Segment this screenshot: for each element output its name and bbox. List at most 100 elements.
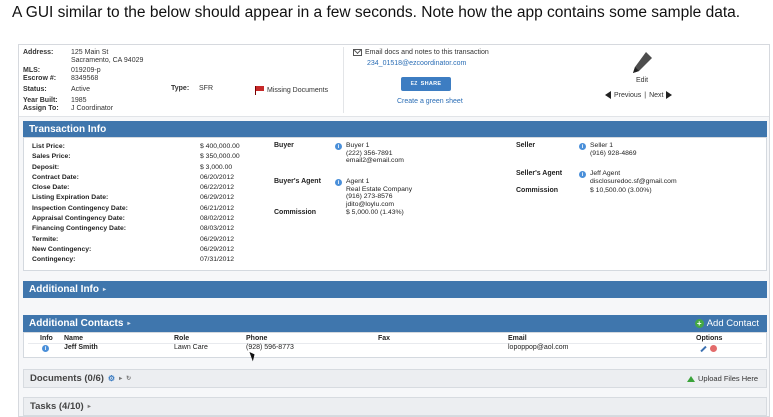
missing-documents-link[interactable]: Missing Documents [255, 86, 328, 95]
transaction-info-title: Transaction Info [29, 123, 107, 135]
transaction-field-label: Contract Date: [32, 173, 79, 181]
transaction-field-value: 06/29/2012 [200, 235, 235, 243]
chevron-right-icon: ▸ [127, 321, 131, 327]
plus-icon: + [694, 319, 704, 328]
transaction-field-label: List Price: [32, 143, 65, 150]
transaction-field-label: Deposit: [32, 163, 60, 171]
envelope-icon [353, 49, 362, 56]
transaction-field-values: $ 400,000.00 $ 350,000.00 $ 3,000.00 06/20/… [200, 142, 240, 266]
col-email: Email [508, 335, 527, 342]
buyers-agent-details: Agent 1 Real Estate Company (916) 273-85… [346, 178, 412, 208]
year-label: Year Built: [23, 97, 58, 104]
sellers-agent-name: Jeff Agent [590, 170, 621, 177]
transaction-field-value: $ 350,000.00 [200, 153, 240, 161]
refresh-icon[interactable]: ↻ [126, 375, 131, 382]
buyer-phone: (222) 356-7891 [346, 149, 393, 157]
edit-button[interactable]: Edit [631, 77, 653, 84]
previous-arrow-icon[interactable] [605, 91, 611, 99]
assign-value: J Coordinator [71, 105, 114, 112]
documents-header[interactable]: Documents (0/6) ⚙ ▸ ↻ Upload Files Here [23, 369, 767, 388]
buyers-agent-phone: (916) 273-8576 [346, 193, 393, 201]
pager-separator: | [644, 91, 647, 99]
additional-contacts-header[interactable]: Additional Contacts ▸ + Add Contact [23, 315, 767, 332]
buyers-agent-company: Real Estate Company [346, 185, 413, 193]
delete-icon[interactable] [710, 345, 717, 352]
transaction-field-label: Termite: [32, 235, 59, 243]
pencil-icon[interactable] [631, 51, 653, 77]
chevron-right-icon: ▸ [87, 404, 91, 410]
address-label: Address: [23, 49, 54, 56]
share-ez-label: EZ [410, 81, 418, 87]
seller-label: Seller [516, 142, 536, 149]
transaction-field-label: Listing Expiration Date: [32, 194, 109, 202]
email-docs-row: Email docs and notes to this transaction [353, 49, 489, 56]
green-sheet-link[interactable]: Create a green sheet [397, 98, 463, 105]
next-arrow-icon[interactable] [666, 91, 673, 99]
gear-icon[interactable]: ⚙ [108, 374, 115, 383]
buyer-label: Buyer [274, 142, 294, 149]
transaction-field-value: 07/31/2012 [200, 256, 235, 264]
add-contact-button[interactable]: + Add Contact [694, 318, 759, 329]
info-icon[interactable]: i [579, 143, 586, 150]
transaction-field-label: Financing Contingency Date: [32, 225, 127, 233]
additional-info-header[interactable]: Additional Info ▸ [23, 281, 767, 298]
buyer-commission-label: Commission [274, 209, 317, 216]
transaction-field-value: 08/03/2012 [200, 225, 235, 233]
col-options: Options [696, 335, 723, 342]
ez-share-button[interactable]: EZ SHARE [401, 77, 451, 91]
col-name: Name [64, 335, 84, 342]
col-fax: Fax [378, 335, 391, 342]
info-icon[interactable]: i [335, 179, 342, 186]
upload-icon [686, 375, 695, 382]
address-line2: Sacramento, CA 94029 [71, 57, 144, 64]
buyer-name: Buyer 1 [346, 142, 370, 149]
transaction-field-labels: List Price: Sales Price: Deposit: Contract … [32, 142, 128, 266]
seller-commission-label: Commission [516, 187, 559, 194]
seller-details: Seller 1 (916) 928-4869 [590, 142, 636, 157]
transaction-info-header[interactable]: Transaction Info [23, 121, 767, 137]
transaction-field-value: 06/22/2012 [200, 184, 235, 192]
year-value: 1985 [71, 97, 87, 104]
record-pager: Previous | Next [605, 91, 673, 99]
additional-contacts-title: Additional Contacts [29, 318, 124, 329]
info-icon[interactable]: i [335, 143, 342, 150]
transaction-email-link[interactable]: 234_01518@ezcoordinator.com [367, 60, 466, 67]
page-caption: A GUI similar to the below should appear… [12, 4, 741, 21]
sellers-agent-details: Jeff Agent disclosuredoc.sf@gmail.com [590, 170, 677, 185]
transaction-field-value: $ 3,000.00 [200, 163, 233, 171]
type-value: SFR [199, 85, 213, 92]
transaction-field-label: Appraisal Contingency Date: [32, 215, 125, 223]
seller-commission-value: $ 10,500.00 (3.00%) [590, 187, 652, 194]
info-icon[interactable]: i [579, 171, 586, 178]
previous-link[interactable]: Previous [614, 92, 641, 99]
info-icon[interactable]: i [42, 345, 49, 352]
additional-info-title: Additional Info [29, 284, 99, 295]
upload-files-button[interactable]: Upload Files Here [686, 374, 758, 383]
flag-icon [255, 86, 265, 95]
status-value: Active [71, 86, 91, 93]
buyers-agent-label: Buyer's Agent [274, 178, 321, 185]
assign-label: Assign To: [23, 105, 59, 112]
tasks-header[interactable]: Tasks (4/10) ▸ [23, 397, 767, 416]
buyer-commission-value: $ 5,000.00 (1.43%) [346, 209, 404, 216]
header-divider [343, 47, 344, 113]
table-divider [28, 343, 762, 344]
seller-phone: (916) 928-4869 [590, 149, 637, 157]
chevron-right-icon: ▸ [119, 376, 123, 382]
transaction-field-value: 06/29/2012 [200, 245, 235, 253]
col-phone: Phone [246, 335, 268, 342]
transaction-field-label: Sales Price: [32, 153, 71, 161]
add-contact-label: Add Contact [706, 318, 759, 329]
transaction-field-value: 08/02/2012 [200, 215, 235, 223]
transaction-field-label: Inspection Contingency Date: [32, 204, 128, 212]
transaction-field-value: 06/21/2012 [200, 204, 235, 212]
escrow-value: 8349568 [71, 75, 99, 82]
transaction-info-panel: List Price: Sales Price: Deposit: Contract … [23, 137, 767, 271]
contact-name: Jeff Smith [64, 344, 98, 351]
transaction-field-label: Close Date: [32, 184, 70, 192]
next-link[interactable]: Next [649, 92, 663, 99]
email-docs-label: Email docs and notes to this transaction [365, 49, 489, 56]
transaction-app: Address: 125 Main St Sacramento, CA 9402… [18, 44, 770, 417]
buyers-agent-email: jdito@loylu.com [346, 200, 395, 208]
edit-icon[interactable] [700, 345, 707, 353]
